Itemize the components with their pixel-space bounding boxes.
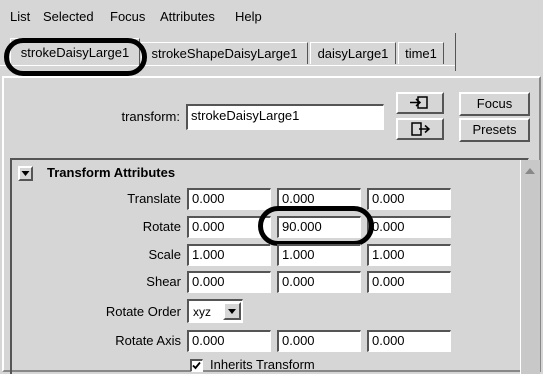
node-name-field[interactable]: strokeDaisyLarge1 [186,104,384,130]
load-attributes-icon [410,96,428,109]
dropdown-arrow-button[interactable] [223,302,241,320]
presets-button[interactable]: Presets [459,118,530,142]
shear-y-field[interactable]: 0.000 [277,271,361,293]
menu-focus[interactable]: Focus [110,9,145,25]
tab-daisylarge1[interactable]: daisyLarge1 [310,42,396,64]
rotate-x-field[interactable]: 0.000 [187,216,271,238]
translate-label: Translate [127,191,181,206]
tab-time1[interactable]: time1 [398,42,444,64]
vertical-scrollbar[interactable] [520,160,540,374]
inherits-transform-checkbox[interactable] [190,359,203,372]
menu-list[interactable]: List [10,9,30,25]
rotate-axis-label: Rotate Axis [115,333,181,348]
collapse-button[interactable] [18,166,33,181]
load-attributes-button[interactable] [396,92,444,114]
tab-strokedaisylarge1[interactable]: strokeDaisyLarge1 [10,38,140,66]
rotate-order-label: Rotate Order [105,304,181,319]
scale-label: Scale [148,247,181,262]
rotate-z-field[interactable]: 0.000 [367,216,451,238]
menu-bar: List Selected Focus Attributes Help [0,0,543,32]
rotate-axis-x-field[interactable]: 0.000 [187,330,271,352]
scale-z-field[interactable]: 1.000 [367,244,451,266]
checkmark-icon [192,361,201,370]
section-title: Transform Attributes [47,165,176,180]
inherits-transform-label: Inherits Transform [210,357,315,372]
translate-z-field[interactable]: 0.000 [367,188,451,210]
rotate-order-value: xyz [193,305,211,319]
chevron-down-icon [228,309,236,314]
rotate-y-field[interactable]: 90.000 [277,216,361,238]
shear-z-field[interactable]: 0.000 [367,271,451,293]
rotate-axis-y-field[interactable]: 0.000 [277,330,361,352]
shear-x-field[interactable]: 0.000 [187,271,271,293]
rotate-axis-z-field[interactable]: 0.000 [367,330,451,352]
tab-right-edge [455,33,456,71]
scroll-up-icon[interactable] [521,164,539,178]
copy-tab-button[interactable] [396,118,444,140]
translate-y-field[interactable]: 0.000 [277,188,361,210]
scale-x-field[interactable]: 1.000 [187,244,271,266]
node-type-label: transform: [121,109,180,124]
rotate-label: Rotate [142,219,181,234]
tab-strokeshapedaisylarge1[interactable]: strokeShapeDaisyLarge1 [141,42,308,64]
menu-attributes[interactable]: Attributes [160,9,215,25]
menu-selected[interactable]: Selected [43,9,94,25]
copy-tab-icon [411,122,431,136]
translate-x-field[interactable]: 0.000 [187,188,271,210]
tab-divider [0,65,455,66]
scale-y-field[interactable]: 1.000 [277,244,361,266]
menu-help[interactable]: Help [235,9,262,25]
shear-label: Shear [146,274,181,289]
tab-strip: strokeDaisyLarge1 strokeShapeDaisyLarge1… [0,33,543,73]
rotate-order-dropdown[interactable]: xyz [187,299,243,323]
focus-button[interactable]: Focus [459,92,530,116]
triangle-down-icon [21,171,30,176]
